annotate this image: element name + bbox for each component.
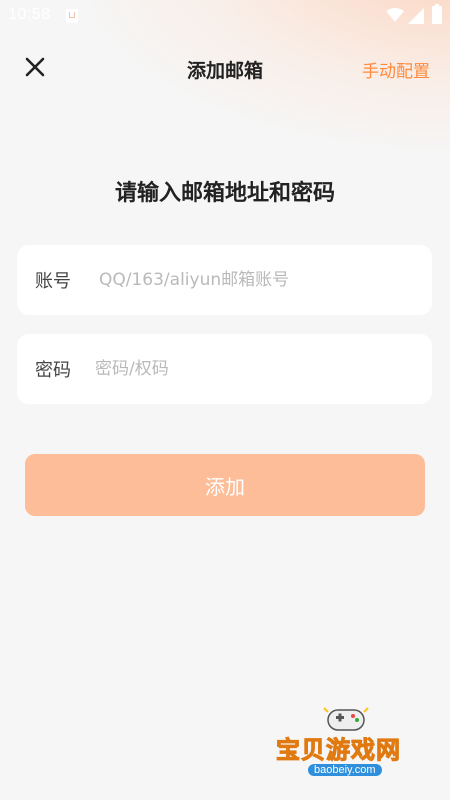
status-time: 10:58 xyxy=(8,6,51,23)
status-bar: 10:58 xyxy=(0,0,450,32)
manual-config-link[interactable]: 手动配置 xyxy=(362,57,430,82)
wifi-icon xyxy=(386,8,404,22)
add-button[interactable]: 添加 xyxy=(25,454,425,516)
battery-icon xyxy=(432,4,442,24)
signal-icon xyxy=(408,8,424,24)
account-label: 账号 xyxy=(35,271,71,292)
account-input[interactable] xyxy=(99,263,419,297)
watermark-url: baobeiy.com xyxy=(308,764,382,776)
password-input[interactable] xyxy=(95,352,415,386)
password-label: 密码 xyxy=(35,360,71,381)
notification-icon xyxy=(66,9,78,23)
watermark-name: 宝贝游戏网 xyxy=(276,736,401,765)
password-field-card: 密码 xyxy=(17,334,432,404)
prompt-heading: 请输入邮箱地址和密码 xyxy=(114,181,335,206)
header: 添加邮箱 手动配置 xyxy=(0,44,450,92)
watermark-logo: 宝贝游戏网 baobeiy.com xyxy=(268,700,428,796)
account-field-card: 账号 xyxy=(17,245,432,315)
